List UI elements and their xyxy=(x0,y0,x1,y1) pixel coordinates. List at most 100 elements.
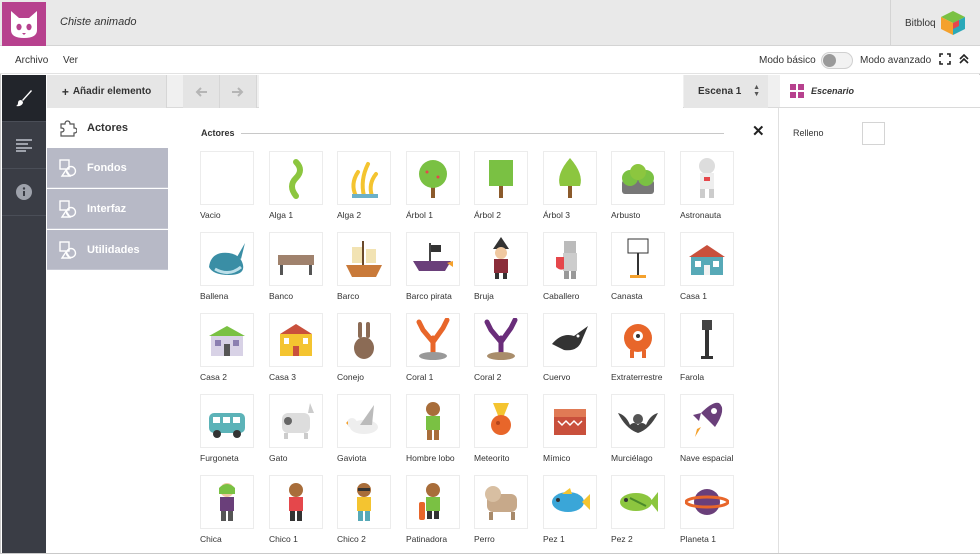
actor-thumbnail[interactable] xyxy=(680,394,734,448)
actor-thumbnail[interactable] xyxy=(474,151,528,205)
add-element-button[interactable]: + Añadir elemento xyxy=(47,75,167,108)
actor-thumbnail[interactable] xyxy=(337,394,391,448)
document-title[interactable]: Chiste animado xyxy=(60,16,136,28)
actor-thumbnail[interactable] xyxy=(680,232,734,286)
actor-tile[interactable]: Perro xyxy=(474,475,530,554)
actor-tile[interactable]: Coral 1 xyxy=(406,313,462,394)
fill-color-swatch[interactable] xyxy=(862,122,885,145)
redo-button[interactable] xyxy=(220,75,257,108)
actor-tile[interactable]: Casa 2 xyxy=(200,313,256,394)
menu-archivo[interactable]: Archivo xyxy=(15,55,48,66)
fullscreen-icon[interactable] xyxy=(939,53,951,68)
actor-thumbnail[interactable] xyxy=(269,475,323,529)
actor-thumbnail[interactable] xyxy=(337,151,391,205)
actor-tile[interactable]: Chico 2 xyxy=(337,475,393,554)
actor-tile[interactable]: Pez 2 xyxy=(611,475,667,554)
actor-tile[interactable]: Farola xyxy=(680,313,736,394)
actor-thumbnail[interactable] xyxy=(200,151,254,205)
actor-thumbnail[interactable] xyxy=(680,475,734,529)
mode-basic-label[interactable]: Modo básico xyxy=(759,55,816,66)
actor-thumbnail[interactable] xyxy=(543,151,597,205)
actor-thumbnail[interactable] xyxy=(611,475,665,529)
category-actores[interactable]: Actores xyxy=(47,108,168,148)
actor-thumbnail[interactable] xyxy=(269,151,323,205)
actor-tile[interactable]: Árbol 2 xyxy=(474,151,530,232)
actor-thumbnail[interactable] xyxy=(337,313,391,367)
actor-thumbnail[interactable] xyxy=(543,232,597,286)
category-interfaz[interactable]: Interfaz xyxy=(47,189,168,229)
actor-thumbnail[interactable] xyxy=(543,313,597,367)
close-icon[interactable]: ✕ xyxy=(752,122,765,140)
actor-tile[interactable]: Hombre lobo xyxy=(406,394,462,475)
actor-thumbnail[interactable] xyxy=(200,313,254,367)
category-fondos[interactable]: Fondos xyxy=(47,148,168,188)
actor-tile[interactable]: Mímico xyxy=(543,394,599,475)
actor-thumbnail[interactable] xyxy=(406,313,460,367)
mode-toggle[interactable] xyxy=(821,52,853,69)
menu-ver[interactable]: Ver xyxy=(63,55,78,66)
actor-tile[interactable]: Arbusto xyxy=(611,151,667,232)
actor-thumbnail[interactable] xyxy=(337,475,391,529)
actor-tile[interactable]: Planeta 1 xyxy=(680,475,736,554)
actor-thumbnail[interactable] xyxy=(611,394,665,448)
actor-tile[interactable]: Vacio xyxy=(200,151,256,232)
actor-thumbnail[interactable] xyxy=(406,232,460,286)
actor-thumbnail[interactable] xyxy=(337,232,391,286)
actor-tile[interactable]: Extraterrestre xyxy=(611,313,667,394)
collapse-up-icon[interactable] xyxy=(958,53,970,68)
actor-tile[interactable]: Caballero xyxy=(543,232,599,313)
actor-tile[interactable]: Astronauta xyxy=(680,151,736,232)
actor-tile[interactable]: Árbol 1 xyxy=(406,151,462,232)
actor-thumbnail[interactable] xyxy=(474,313,528,367)
actor-thumbnail[interactable] xyxy=(200,475,254,529)
actor-thumbnail[interactable] xyxy=(269,313,323,367)
actor-thumbnail[interactable] xyxy=(543,394,597,448)
actor-thumbnail[interactable] xyxy=(611,232,665,286)
actor-thumbnail[interactable] xyxy=(680,151,734,205)
actor-tile[interactable]: Cuervo xyxy=(543,313,599,394)
mode-advanced-label[interactable]: Modo avanzado xyxy=(860,55,931,66)
actor-tile[interactable]: Furgoneta xyxy=(200,394,256,475)
actor-thumbnail[interactable] xyxy=(611,151,665,205)
undo-button[interactable] xyxy=(183,75,220,108)
actor-tile[interactable]: Ballena xyxy=(200,232,256,313)
actor-tile[interactable]: Nave espacial xyxy=(680,394,736,475)
actor-tile[interactable]: Conejo xyxy=(337,313,393,394)
actor-thumbnail[interactable] xyxy=(474,232,528,286)
actor-tile[interactable]: Coral 2 xyxy=(474,313,530,394)
actor-thumbnail[interactable] xyxy=(269,394,323,448)
actor-tile[interactable]: Meteorito xyxy=(474,394,530,475)
actor-thumbnail[interactable] xyxy=(200,232,254,286)
actor-tile[interactable]: Alga 2 xyxy=(337,151,393,232)
actor-thumbnail[interactable] xyxy=(406,475,460,529)
actor-tile[interactable]: Casa 3 xyxy=(269,313,325,394)
actor-thumbnail[interactable] xyxy=(611,313,665,367)
actor-tile[interactable]: Gaviota xyxy=(337,394,393,475)
actor-tile[interactable]: Gato xyxy=(269,394,325,475)
actor-thumbnail[interactable] xyxy=(406,394,460,448)
actor-thumbnail[interactable] xyxy=(680,313,734,367)
sidebar-item-info[interactable] xyxy=(2,169,46,216)
actor-thumbnail[interactable] xyxy=(269,232,323,286)
actor-tile[interactable]: Casa 1 xyxy=(680,232,736,313)
actor-tile[interactable]: Chico 1 xyxy=(269,475,325,554)
sidebar-item-design[interactable] xyxy=(2,75,46,122)
actor-thumbnail[interactable] xyxy=(200,394,254,448)
actor-tile[interactable]: Bruja xyxy=(474,232,530,313)
category-utilidades[interactable]: Utilidades xyxy=(47,230,168,270)
actor-tile[interactable]: Pez 1 xyxy=(543,475,599,554)
actor-tile[interactable]: Árbol 3 xyxy=(543,151,599,232)
actor-tile[interactable]: Barco xyxy=(337,232,393,313)
actor-thumbnail[interactable] xyxy=(474,394,528,448)
actor-tile[interactable]: Alga 1 xyxy=(269,151,325,232)
actor-tile[interactable]: Banco xyxy=(269,232,325,313)
actor-tile[interactable]: Barco pirata xyxy=(406,232,462,313)
actor-thumbnail[interactable] xyxy=(406,151,460,205)
actor-thumbnail[interactable] xyxy=(543,475,597,529)
sidebar-item-blocks[interactable] xyxy=(2,122,46,169)
actor-tile[interactable]: Canasta xyxy=(611,232,667,313)
actor-tile[interactable]: Chica xyxy=(200,475,256,554)
actor-tile[interactable]: Murciélago xyxy=(611,394,667,475)
cat-logo-icon[interactable] xyxy=(2,2,46,46)
actor-thumbnail[interactable] xyxy=(474,475,528,529)
